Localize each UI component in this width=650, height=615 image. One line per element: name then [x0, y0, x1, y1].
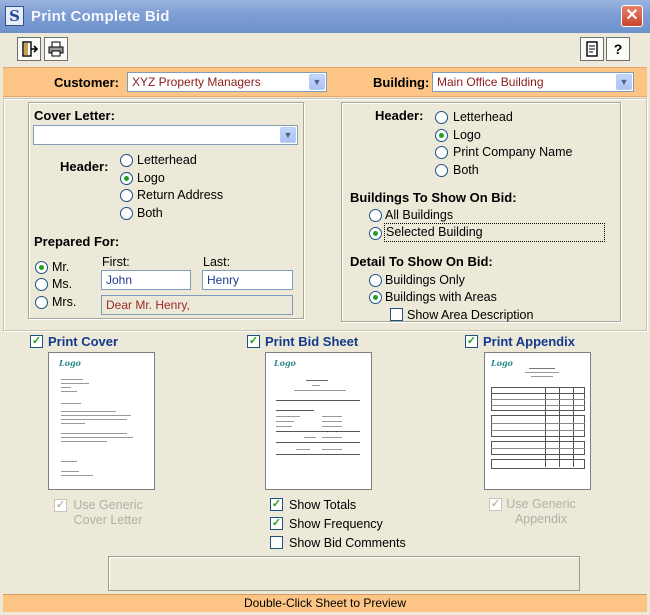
print-cover-label: Print Cover	[48, 334, 119, 349]
show-totals-label: Show Totals	[289, 498, 357, 512]
detail-option: Buildings with Areas	[385, 290, 497, 304]
cover-header-option: Letterhead	[137, 153, 197, 167]
cover-letter-label: Cover Letter:	[34, 108, 115, 123]
show-area-description-label: Show Area Description	[407, 308, 534, 322]
bid-header-both-radio[interactable]	[435, 164, 448, 177]
bid-sheet-preview-thumbnail[interactable]: Logo	[265, 352, 372, 490]
print-complete-bid-window: S Print Complete Bid ✕ ? Customer: XYZ P…	[0, 0, 650, 615]
all-buildings-radio[interactable]	[369, 209, 382, 222]
bid-header-option: Both	[453, 163, 479, 177]
buildings-to-show-label: Buildings To Show On Bid:	[350, 190, 517, 205]
buildings-with-areas-radio[interactable]	[369, 291, 382, 304]
bid-header-logo-radio[interactable]	[435, 129, 448, 142]
thumbnail-logo: Logo	[491, 358, 513, 368]
bid-header-label: Header:	[375, 108, 424, 123]
chevron-down-icon[interactable]: ▼	[280, 127, 296, 143]
building-select[interactable]: Main Office Building ▼	[432, 72, 634, 92]
print-bid-sheet-checkbox[interactable]: ✓	[247, 335, 260, 348]
thumbnail-logo: Logo	[274, 358, 296, 368]
show-totals-checkbox[interactable]: ✓	[270, 498, 283, 511]
bid-options-panel: Header: Letterhead Logo Print Company Na…	[341, 102, 621, 322]
salutation-mr-radio[interactable]	[35, 261, 48, 274]
print-bid-sheet-label: Print Bid Sheet	[265, 334, 359, 349]
show-frequency-checkbox[interactable]: ✓	[270, 517, 283, 530]
cover-letter-select[interactable]: ▼	[33, 125, 298, 145]
bid-header-option: Letterhead	[453, 110, 513, 124]
cover-header-both-radio[interactable]	[120, 207, 133, 220]
title-bar: S Print Complete Bid ✕	[0, 0, 650, 33]
prepared-for-label: Prepared For:	[34, 234, 120, 249]
salutation-ms-radio[interactable]	[35, 278, 48, 291]
show-bid-comments-label: Show Bid Comments	[289, 536, 406, 550]
exit-button[interactable]	[17, 37, 41, 61]
last-name-label: Last:	[203, 255, 231, 269]
cover-header-logo-radio[interactable]	[120, 172, 133, 185]
print-appendix-checkbox[interactable]: ✓	[465, 335, 478, 348]
app-icon: S	[5, 6, 24, 26]
buildings-only-radio[interactable]	[369, 274, 382, 287]
first-name-input[interactable]: John	[101, 270, 191, 290]
print-button[interactable]	[44, 37, 68, 61]
show-frequency-label: Show Frequency	[289, 517, 383, 531]
cover-header-label: Header:	[60, 159, 109, 174]
show-bid-comments-checkbox[interactable]	[270, 536, 283, 549]
selected-building-radio[interactable]	[369, 227, 382, 240]
help-button[interactable]: ?	[606, 37, 630, 61]
report-icon	[586, 41, 598, 57]
use-generic-cover-checkbox[interactable]: ✓	[54, 499, 67, 512]
cover-header-return-address-radio[interactable]	[120, 189, 133, 202]
buildings-option: Selected Building	[384, 223, 605, 242]
close-button[interactable]: ✕	[621, 5, 643, 27]
use-generic-cover-label: Use Generic Cover Letter	[73, 498, 143, 527]
cover-header-option: Both	[137, 206, 163, 220]
exit-icon	[22, 41, 39, 57]
bid-header-company-name-radio[interactable]	[435, 146, 448, 159]
status-bar: Double-Click Sheet to Preview	[3, 594, 647, 612]
printer-icon	[48, 41, 64, 57]
help-icon: ?	[613, 41, 623, 57]
cover-preview-thumbnail[interactable]: Logo	[48, 352, 155, 490]
chevron-down-icon[interactable]: ▼	[616, 74, 632, 90]
thumbnail-logo: Logo	[59, 358, 81, 368]
detail-option: Buildings Only	[385, 273, 465, 287]
cover-header-letterhead-radio[interactable]	[120, 154, 133, 167]
toolbar: ?	[0, 33, 650, 66]
show-area-description-checkbox[interactable]	[390, 308, 403, 321]
cover-letter-panel: Cover Letter: ▼ Header: Letterhead Logo …	[28, 102, 304, 319]
print-cover-checkbox[interactable]: ✓	[30, 335, 43, 348]
salutation-mrs-radio[interactable]	[35, 296, 48, 309]
buildings-option: All Buildings	[385, 208, 454, 222]
customer-value: XYZ Property Managers	[132, 75, 261, 89]
cover-header-option: Return Address	[137, 188, 224, 202]
window-title: Print Complete Bid	[31, 8, 170, 25]
customer-label: Customer:	[54, 75, 120, 90]
salutation-option: Mrs.	[52, 295, 77, 309]
last-name-input[interactable]: Henry	[202, 270, 293, 290]
bid-header-option: Logo	[453, 128, 481, 142]
customer-bar: Customer: XYZ Property Managers ▼ Buildi…	[3, 67, 647, 97]
customer-select[interactable]: XYZ Property Managers ▼	[127, 72, 327, 92]
cover-header-option: Logo	[137, 171, 165, 185]
use-generic-appendix-label: Use Generic Appendix	[506, 497, 576, 526]
print-appendix-label: Print Appendix	[483, 334, 575, 349]
detail-to-show-label: Detail To Show On Bid:	[350, 254, 493, 269]
appendix-preview-thumbnail[interactable]: Logo	[484, 352, 591, 490]
salutation-option: Mr.	[52, 260, 70, 274]
message-box	[108, 556, 580, 591]
report-button[interactable]	[580, 37, 604, 61]
building-label: Building:	[373, 75, 430, 90]
greeting-field: Dear Mr. Henry,	[101, 295, 293, 315]
salutation-option: Ms.	[52, 277, 73, 291]
building-value: Main Office Building	[437, 75, 544, 89]
first-name-label: First:	[102, 255, 130, 269]
bid-header-letterhead-radio[interactable]	[435, 111, 448, 124]
chevron-down-icon[interactable]: ▼	[309, 74, 325, 90]
bid-header-option: Print Company Name	[453, 145, 573, 159]
use-generic-appendix-checkbox[interactable]: ✓	[489, 498, 502, 511]
